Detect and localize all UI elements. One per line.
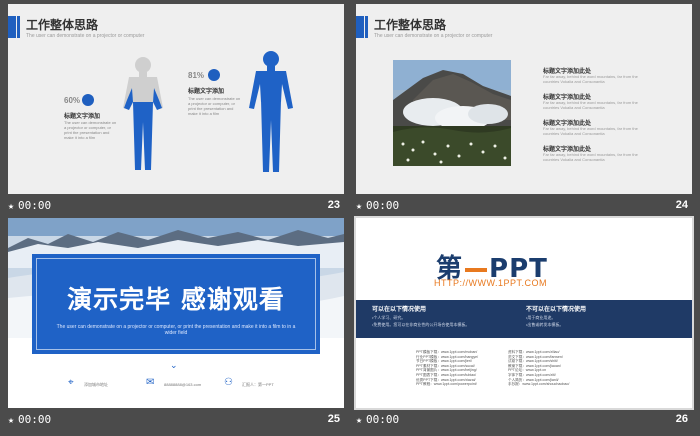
slide-preview[interactable]: 第 PPT HTTP://WWW.1PPT.COM 可以在以下情况使用 •个人学习… [354,216,694,410]
title-accent-bar-thin [365,16,368,38]
forbidden-line-1: •用于商业用途。 [526,315,556,320]
slide-meta: ★ 00:00 26 [356,410,692,428]
slide-number: 24 [675,199,688,211]
people-icon: ⚇ [224,377,233,388]
resource-link[interactable]: PPT模板下载：www.1ppt.com/moban/ [416,350,478,355]
item-4-body: Far far away, behind the word mountains,… [543,152,638,162]
home-icon [208,69,220,81]
resource-link[interactable]: 手抄报：www.1ppt.com/shouchaobao/ [508,382,569,387]
slide-preview[interactable]: 演示完毕 感谢观看 The user can demonstrate on a … [8,218,344,408]
slide-subtitle: The user can demonstrate on a projector … [26,33,145,39]
slide-preview[interactable]: 工作整体思路 The user can demonstrate on a pro… [8,4,344,194]
slide-meta: ★ 00:00 24 [356,196,692,214]
closing-banner: 演示完毕 感谢观看 The user can demonstrate on a … [32,254,320,354]
resource-link[interactable]: PPT教程：www.1ppt.com/powerpoint/ [416,382,478,387]
transition-star-icon: ★ [8,415,15,426]
label-right-title: 标题文字添加 [188,89,225,95]
slide-number: 23 [327,199,340,211]
slide-timing: ★ 00:00 [8,413,52,426]
transition-star-icon: ★ [8,201,15,212]
label-left-title: 标题文字添加 [64,114,101,120]
brand-url: HTTP://WWW.1PPT.COM [434,278,547,288]
body-figure-left-icon [123,57,163,170]
closing-body: The user can demonstrate on a projector … [56,324,296,336]
slide-canvas: 工作整体思路 The user can demonstrate on a pro… [8,4,344,194]
percent-right: 81% [188,71,205,80]
footer-address: 添加城市地址 [84,382,108,387]
label-right-body: The user can demonstrate on a projector … [188,96,241,116]
slide-thumbnail-26[interactable]: 第 PPT HTTP://WWW.1PPT.COM 可以在以下情况使用 •个人学习… [354,216,694,428]
slide-canvas: 演示完毕 感谢观看 The user can demonstrate on a … [8,218,344,408]
allowed-line-2: •免费使用。您可以在非商业性的公开场合使用本模板。 [372,322,470,327]
slide-sorter-grid: 工作整体思路 The user can demonstrate on a pro… [0,0,700,436]
slide-timing: ★ 00:00 [8,199,52,212]
slide-canvas: 工作整体思路 The user can demonstrate on a pro… [356,4,692,194]
mail-icon: ✉ [146,377,155,388]
slide-number: 26 [675,413,688,425]
slide-preview[interactable]: 工作整体思路 The user can demonstrate on a pro… [356,4,692,194]
allowed-title: 可以在以下情况使用 [372,307,427,313]
slide-thumbnail-23[interactable]: 工作整体思路 The user can demonstrate on a pro… [8,4,344,214]
slide-canvas: 第 PPT HTTP://WWW.1PPT.COM 可以在以下情况使用 •个人学习… [356,218,692,408]
footer-email: 88888888@163.com [164,382,202,387]
item-2-body: Far far away, behind the word mountains,… [543,100,638,110]
volcano-photo [393,60,511,166]
slide-title: 工作整体思路 [26,18,99,32]
resource-links-left: PPT模板下载：www.1ppt.com/moban/ 行业PPT模板：www.… [416,350,478,387]
title-accent-bar [8,16,16,38]
body-figure-right-icon [249,51,293,172]
slide-timing: ★ 00:00 [356,413,400,426]
usage-banner: 可以在以下情况使用 •个人学习、研究。 •免费使用。您可以在非商业性的公开场合使… [356,300,692,338]
allowed-line-1: •个人学习、研究。 [372,315,406,320]
slide-thumbnail-25[interactable]: 演示完毕 感谢观看 The user can demonstrate on a … [8,218,344,428]
forbidden-title: 不可以在以下情况使用 [526,307,587,313]
transition-star-icon: ★ [356,201,363,212]
title-accent-bar [356,16,364,38]
title-accent-bar-thin [17,16,20,38]
forbidden-line-2: •出售或转发本模板。 [526,322,564,327]
chevron-down-icon: ⌄ [170,360,178,370]
resource-link[interactable]: PPT图表下载：www.1ppt.com/tubiao/ [416,373,478,378]
item-1-body: Far far away, behind the word mountains,… [543,74,638,84]
transition-star-icon: ★ [356,415,363,426]
slide-number: 25 [327,413,340,425]
item-3-body: Far far away, behind the word mountains,… [543,126,638,136]
closing-headline: 演示完毕 感谢观看 [67,285,285,314]
home-icon [82,94,94,106]
footer-presenter: 汇报人：第一PPT [242,382,274,387]
slide-title: 工作整体思路 [374,18,447,32]
percent-left: 60% [64,96,81,105]
location-pin-icon: ⌖ [68,377,74,388]
slide-meta: ★ 00:00 25 [8,410,344,428]
slide-subtitle: The user can demonstrate on a projector … [374,33,493,39]
resource-links-right: 资料下载：www.1ppt.com/ziliao/ 范文下载：www.1ppt.… [508,350,569,387]
slide-meta: ★ 00:00 23 [8,196,344,214]
slide-thumbnail-24[interactable]: 工作整体思路 The user can demonstrate on a pro… [356,4,692,214]
label-left-body: The user can demonstrate on a projector … [64,120,117,140]
slide-timing: ★ 00:00 [356,199,400,212]
